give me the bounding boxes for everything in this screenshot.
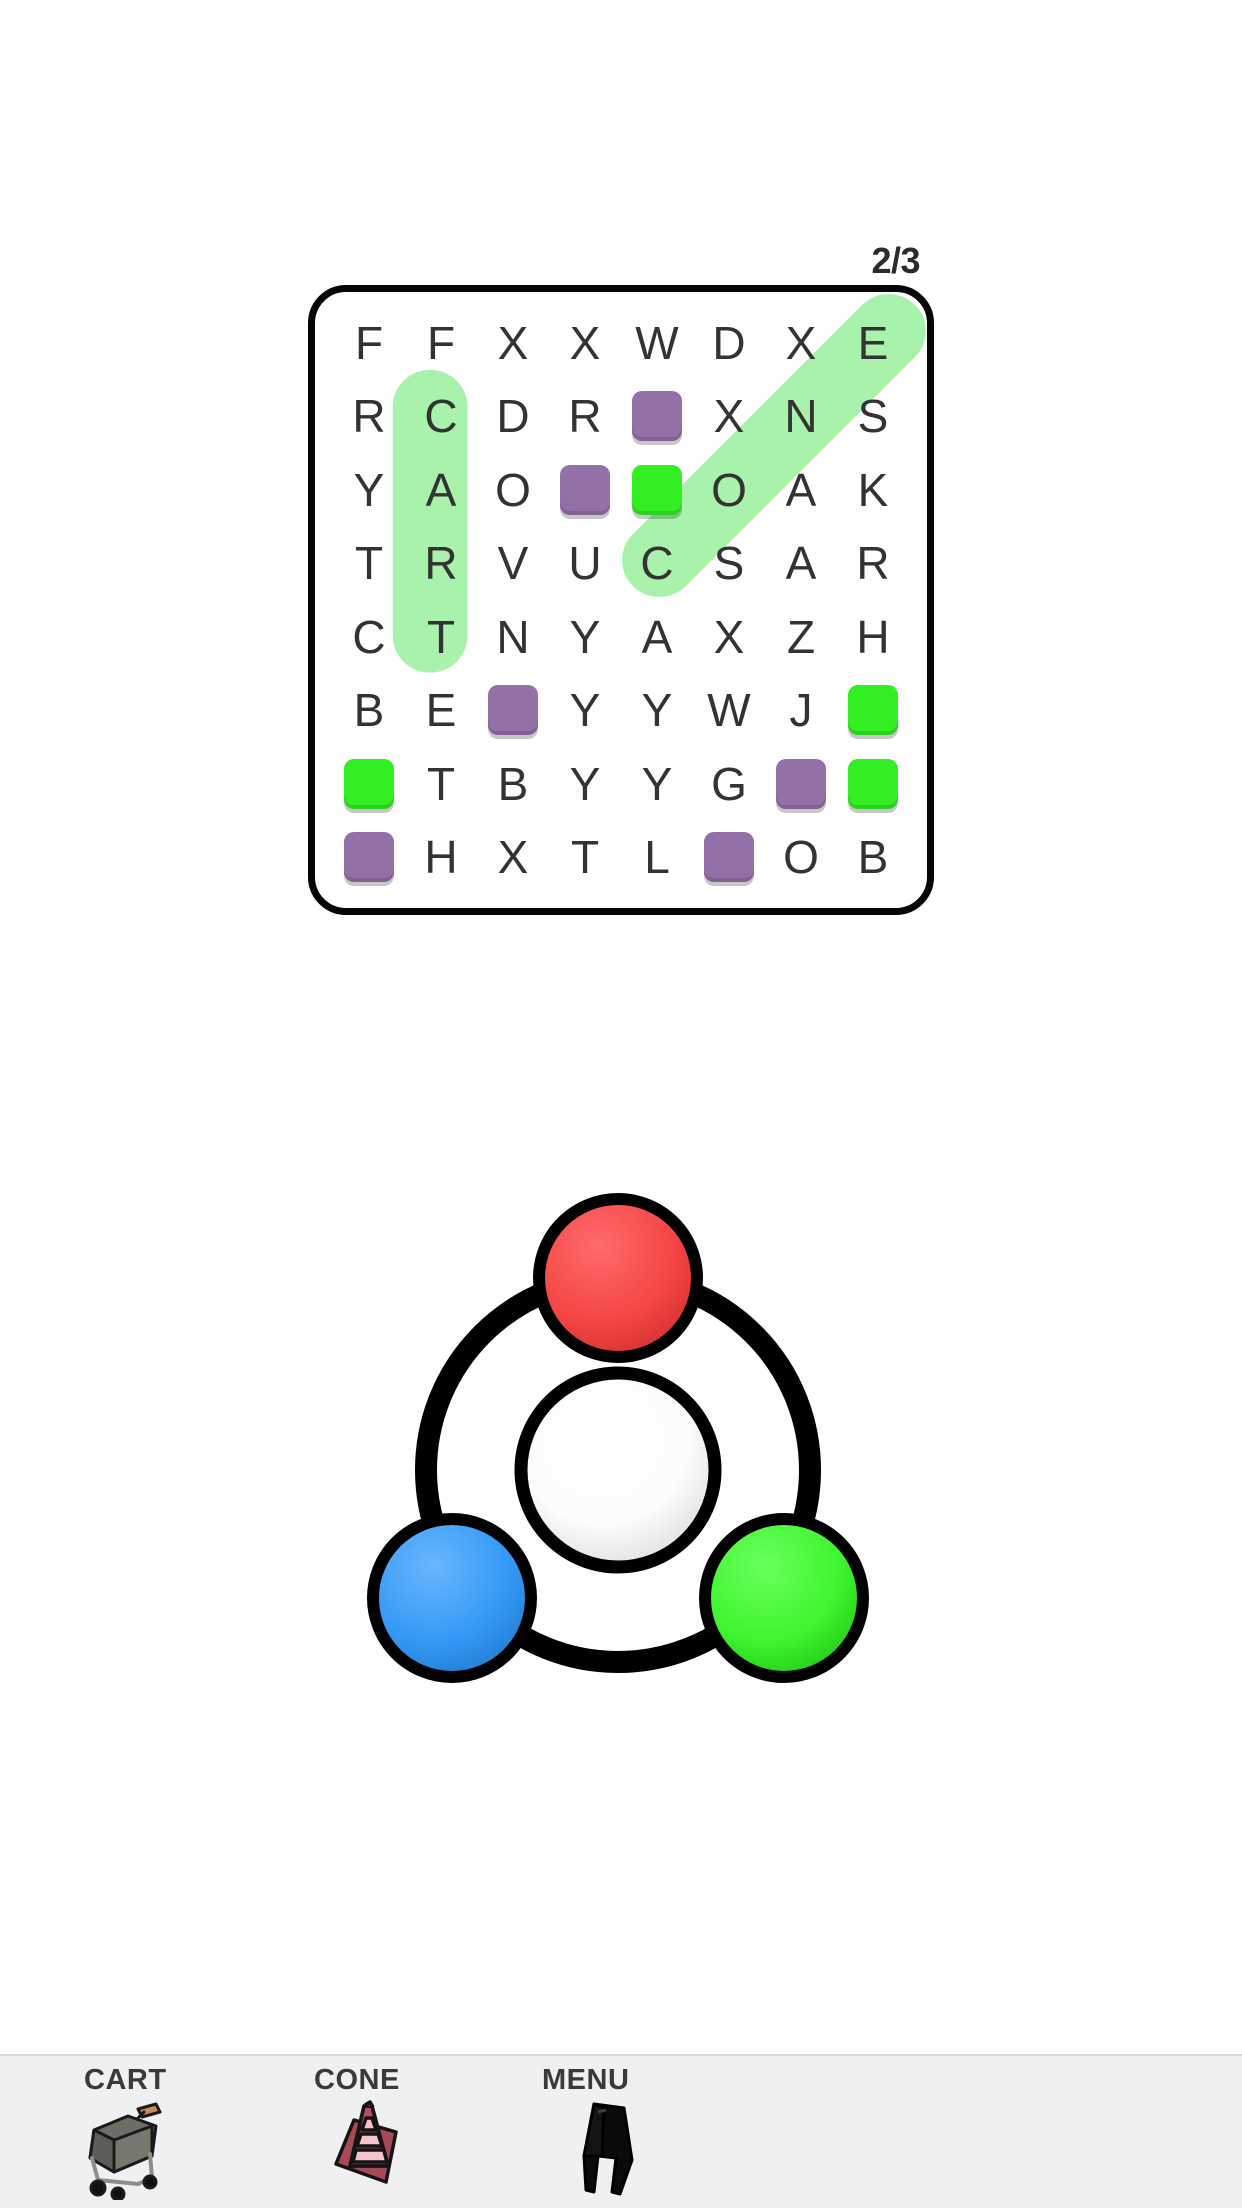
- toolbar-item-cone[interactable]: CONE: [292, 2064, 482, 2204]
- grid-letter-cell[interactable]: S: [693, 527, 765, 601]
- wheel-button-red: [533, 1193, 703, 1363]
- grid-letter-cell[interactable]: K: [837, 453, 909, 527]
- tile-purple-icon: [488, 685, 538, 736]
- grid-letter-cell[interactable]: Y: [549, 747, 621, 821]
- tile-green-icon: [848, 758, 898, 809]
- grid-letter-cell[interactable]: X: [693, 380, 765, 454]
- grid-letter-cell[interactable]: O: [477, 453, 549, 527]
- grid-letter-cell[interactable]: T: [405, 747, 477, 821]
- grid-tile-purple[interactable]: [549, 453, 621, 527]
- grid-letter-cell[interactable]: A: [621, 600, 693, 674]
- tile-green-icon: [848, 685, 898, 736]
- grid-letter-cell[interactable]: G: [693, 747, 765, 821]
- grid-letter-cell[interactable]: A: [765, 527, 837, 601]
- grid-letter-cell[interactable]: E: [837, 306, 909, 380]
- grid-letter-cell[interactable]: Y: [549, 600, 621, 674]
- toolbar-item-menu[interactable]: MENU: [528, 2064, 718, 2204]
- grid-letter-cell[interactable]: Y: [621, 674, 693, 748]
- toolbar-item-cart-label: CART: [84, 2064, 167, 2096]
- control-wheel-svg: [367, 1193, 869, 1683]
- grid-letter-cell[interactable]: R: [837, 527, 909, 601]
- word-search-card[interactable]: FFXXWDXERCDRXNSYAOOAKTRVUCSARCTNYAXZHBEY…: [308, 285, 934, 915]
- wheel-button-blue: [367, 1513, 537, 1683]
- grid-letter-cell[interactable]: O: [693, 453, 765, 527]
- tile-purple-icon: [704, 832, 754, 883]
- wheel-button-green: [699, 1513, 869, 1683]
- grid-letter-cell[interactable]: A: [405, 453, 477, 527]
- grid-letter-cell[interactable]: Z: [765, 600, 837, 674]
- grid-letter-cell[interactable]: B: [837, 821, 909, 895]
- grid-letter-cell[interactable]: T: [405, 600, 477, 674]
- grid-tile-purple[interactable]: [693, 821, 765, 895]
- grid-letter-cell[interactable]: R: [549, 380, 621, 454]
- bottom-toolbar: CART CONE MENU: [0, 2054, 1242, 2208]
- grid-tile-purple[interactable]: [477, 674, 549, 748]
- grid-letter-cell[interactable]: X: [693, 600, 765, 674]
- grid-letter-cell[interactable]: W: [621, 306, 693, 380]
- grid-letter-cell[interactable]: F: [405, 306, 477, 380]
- grid-letter-cell[interactable]: X: [549, 306, 621, 380]
- grid-letter-cell[interactable]: R: [405, 527, 477, 601]
- grid-tile-green[interactable]: [837, 674, 909, 748]
- grid-letter-cell[interactable]: D: [477, 380, 549, 454]
- grid-tile-purple[interactable]: [333, 821, 405, 895]
- tile-green-icon: [344, 758, 394, 809]
- grid-letter-cell[interactable]: O: [765, 821, 837, 895]
- grid-letter-cell[interactable]: S: [837, 380, 909, 454]
- grid-letter-cell[interactable]: B: [333, 674, 405, 748]
- grid-letter-cell[interactable]: Y: [549, 674, 621, 748]
- grid-letter-cell[interactable]: F: [333, 306, 405, 380]
- grid-letter-cell[interactable]: C: [405, 380, 477, 454]
- traffic-cone-icon[interactable]: [302, 2096, 452, 2200]
- grid-letter-cell[interactable]: C: [333, 600, 405, 674]
- toolbar-item-cart[interactable]: CART: [54, 2064, 244, 2204]
- grid-letter-cell[interactable]: W: [693, 674, 765, 748]
- tile-green-icon: [632, 464, 682, 515]
- grid-tile-green[interactable]: [333, 747, 405, 821]
- tile-purple-icon: [632, 391, 682, 442]
- grid-tile-green[interactable]: [621, 453, 693, 527]
- grid-letter-cell[interactable]: H: [837, 600, 909, 674]
- grid-letter-cell[interactable]: X: [765, 306, 837, 380]
- letter-grid[interactable]: FFXXWDXERCDRXNSYAOOAKTRVUCSARCTNYAXZHBEY…: [333, 306, 909, 894]
- grid-tile-purple[interactable]: [621, 380, 693, 454]
- grid-letter-cell[interactable]: A: [765, 453, 837, 527]
- grid-letter-cell[interactable]: N: [765, 380, 837, 454]
- grid-letter-cell[interactable]: V: [477, 527, 549, 601]
- word-search-puzzle-area: 2/3 FFXXWDXERCDRXNSYAOOAKTRVUCSARCTNYAXZ…: [0, 0, 1242, 980]
- grid-letter-cell[interactable]: L: [621, 821, 693, 895]
- shopping-cart-icon[interactable]: [64, 2096, 214, 2200]
- toolbar-item-cone-label: CONE: [314, 2064, 400, 2096]
- toolbar-item-menu-label: MENU: [542, 2064, 630, 2096]
- tile-purple-icon: [560, 464, 610, 515]
- grid-letter-cell[interactable]: J: [765, 674, 837, 748]
- tile-purple-icon: [776, 758, 826, 809]
- sandwich-board-menu-icon[interactable]: [538, 2096, 688, 2200]
- progress-counter: 2/3: [871, 240, 920, 281]
- wheel-center-button: [514, 1366, 722, 1574]
- grid-letter-cell[interactable]: R: [333, 380, 405, 454]
- grid-letter-cell[interactable]: N: [477, 600, 549, 674]
- grid-letter-cell[interactable]: Y: [333, 453, 405, 527]
- grid-letter-cell[interactable]: E: [405, 674, 477, 748]
- grid-letter-cell[interactable]: U: [549, 527, 621, 601]
- tile-purple-icon: [344, 832, 394, 883]
- directional-control-wheel[interactable]: [298, 1150, 938, 1770]
- grid-letter-cell[interactable]: C: [621, 527, 693, 601]
- grid-letter-cell[interactable]: Y: [621, 747, 693, 821]
- word-search-grid-inner: FFXXWDXERCDRXNSYAOOAKTRVUCSARCTNYAXZHBEY…: [315, 292, 927, 908]
- grid-letter-cell[interactable]: D: [693, 306, 765, 380]
- grid-letter-cell[interactable]: X: [477, 306, 549, 380]
- grid-tile-green[interactable]: [837, 747, 909, 821]
- grid-tile-purple[interactable]: [765, 747, 837, 821]
- grid-letter-cell[interactable]: T: [549, 821, 621, 895]
- grid-letter-cell[interactable]: T: [333, 527, 405, 601]
- grid-letter-cell[interactable]: B: [477, 747, 549, 821]
- grid-letter-cell[interactable]: H: [405, 821, 477, 895]
- grid-letter-cell[interactable]: X: [477, 821, 549, 895]
